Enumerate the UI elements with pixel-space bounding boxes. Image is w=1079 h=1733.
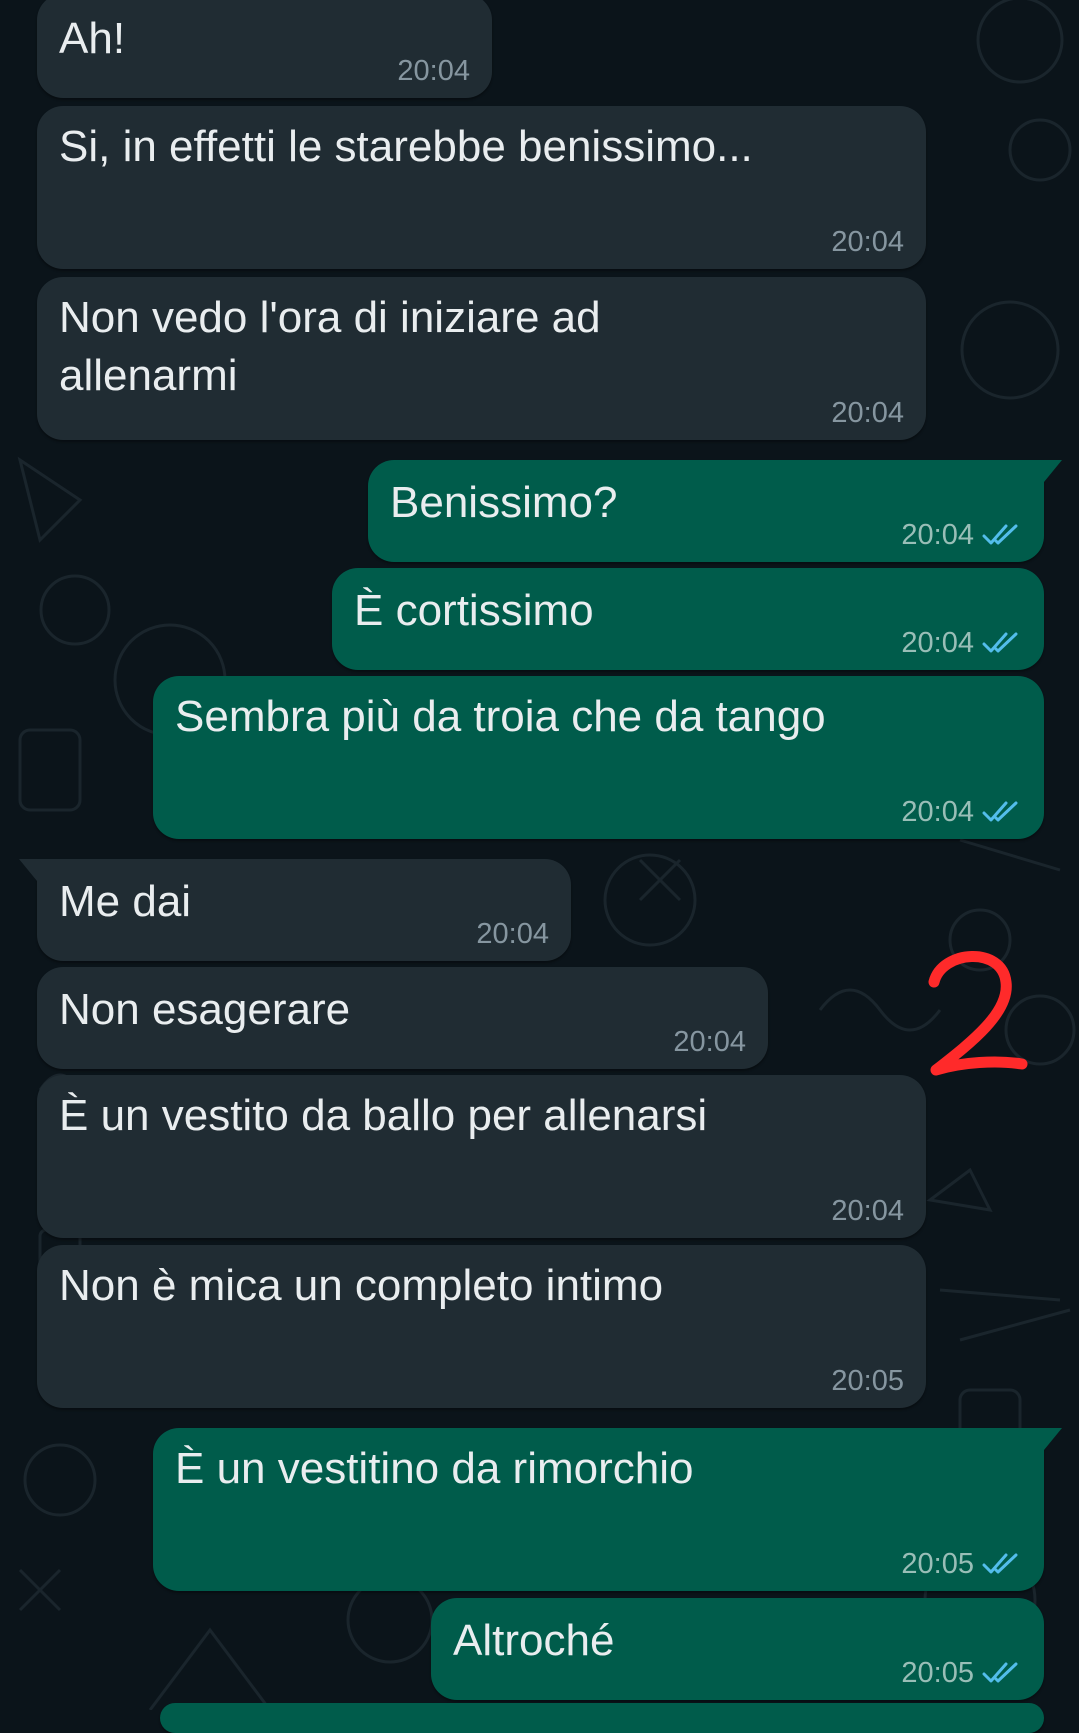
message-text: Non è mica un completo intimo xyxy=(59,1261,664,1310)
message-text: Non vedo l'ora di iniziare ad allenarmi xyxy=(59,293,601,400)
message-meta: 20:05 xyxy=(901,1656,1022,1690)
handwritten-number-annotation xyxy=(928,951,1028,1076)
message-bubble-incoming[interactable]: Si, in effetti le starebbe benissimo... … xyxy=(37,106,926,269)
double-check-read-icon xyxy=(982,1553,1018,1574)
chat-messages: Ah! 20:04 Si, in effetti le starebbe ben… xyxy=(0,0,1079,1733)
message-time: 20:04 xyxy=(901,627,974,659)
message-time: 20:04 xyxy=(673,1026,746,1058)
bubble-tail xyxy=(19,859,37,881)
double-check-read-icon xyxy=(982,632,1018,653)
message-bubble-outgoing[interactable]: È cortissimo 20:04 xyxy=(332,568,1044,670)
message-meta: 20:05 xyxy=(831,1364,904,1398)
message-bubble-outgoing[interactable]: Altroché 20:05 xyxy=(431,1598,1044,1700)
double-check-read-icon xyxy=(982,801,1018,822)
message-time: 20:04 xyxy=(831,226,904,258)
message-text: È cortissimo xyxy=(354,586,594,635)
message-bubble-outgoing[interactable]: Sembra più da troia che da tango 20:04 xyxy=(153,676,1044,839)
message-meta: 20:05 xyxy=(901,1547,1022,1581)
bubble-tail xyxy=(1044,1428,1062,1450)
message-time: 20:05 xyxy=(831,1365,904,1397)
message-meta: 20:04 xyxy=(831,1194,904,1228)
bubble-tail xyxy=(1044,460,1062,482)
message-text: È un vestitino da rimorchio xyxy=(175,1444,694,1493)
message-meta: 20:04 xyxy=(901,518,1022,552)
message-bubble-outgoing[interactable]: Benissimo? 20:04 xyxy=(368,460,1062,562)
message-bubble-incoming[interactable]: Me dai 20:04 xyxy=(19,859,571,961)
message-time: 20:04 xyxy=(397,55,470,87)
double-check-read-icon xyxy=(982,524,1018,545)
message-bubble-incoming[interactable]: Non è mica un completo intimo 20:05 xyxy=(37,1245,926,1408)
message-text: È un vestito da ballo per allenarsi xyxy=(59,1091,708,1140)
message-text: Benissimo? xyxy=(390,478,618,527)
message-text: Non esagerare xyxy=(59,985,351,1034)
message-text: Altroché xyxy=(453,1616,615,1665)
message-bubble-outgoing[interactable]: È un vestitino da rimorchio 20:05 xyxy=(153,1428,1062,1591)
message-meta: 20:04 xyxy=(476,917,549,951)
message-time: 20:04 xyxy=(831,1195,904,1227)
message-text: Me dai xyxy=(59,877,192,926)
message-bubble-outgoing-partial[interactable] xyxy=(160,1703,1044,1733)
message-meta: 20:04 xyxy=(397,54,470,88)
message-meta: 20:04 xyxy=(673,1025,746,1059)
message-time: 20:04 xyxy=(901,519,974,551)
message-meta: 20:04 xyxy=(831,396,904,430)
message-text: Ah! xyxy=(59,14,126,63)
double-check-read-icon xyxy=(982,1662,1018,1683)
message-text: Sembra più da troia che da tango xyxy=(175,692,826,741)
message-time: 20:05 xyxy=(901,1657,974,1689)
message-time: 20:04 xyxy=(476,918,549,950)
message-bubble-incoming[interactable]: È un vestito da ballo per allenarsi 20:0… xyxy=(37,1075,926,1238)
message-meta: 20:04 xyxy=(901,795,1022,829)
message-time: 20:05 xyxy=(901,1548,974,1580)
message-time: 20:04 xyxy=(901,796,974,828)
message-bubble-incoming[interactable]: Non esagerare 20:04 xyxy=(37,967,768,1069)
message-meta: 20:04 xyxy=(901,626,1022,660)
message-time: 20:04 xyxy=(831,397,904,429)
message-meta: 20:04 xyxy=(831,225,904,259)
message-bubble-incoming[interactable]: Ah! 20:04 xyxy=(37,0,492,98)
message-bubble-incoming[interactable]: Non vedo l'ora di iniziare ad allenarmi … xyxy=(37,277,926,440)
message-text: Si, in effetti le starebbe benissimo... xyxy=(59,122,753,171)
